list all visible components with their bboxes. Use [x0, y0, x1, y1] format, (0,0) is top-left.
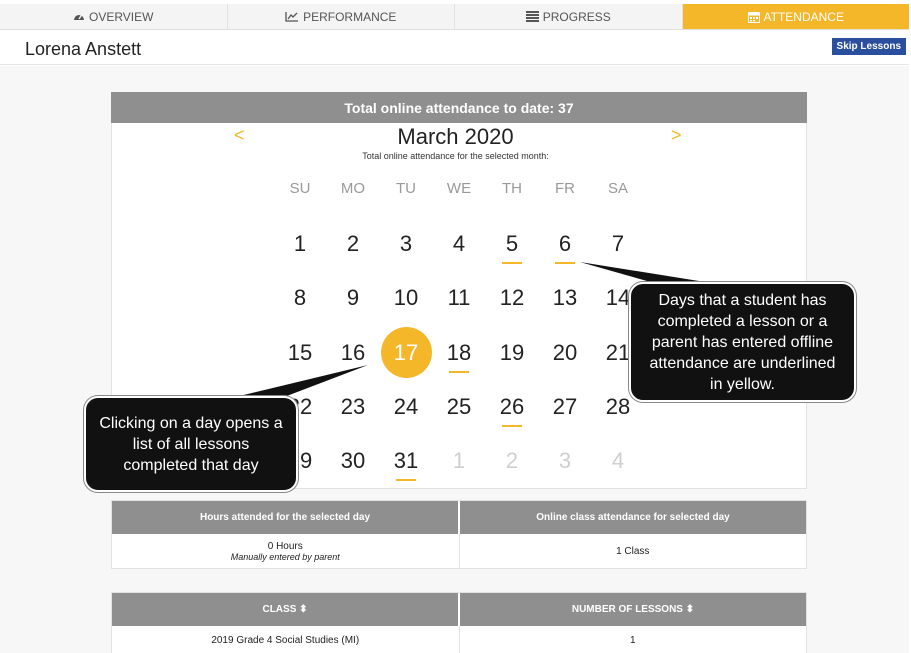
calendar-day-8[interactable]: 8: [278, 283, 322, 313]
day-click-hint-callout: Clicking on a day opens a list of all le…: [84, 396, 298, 492]
calendar-day-31[interactable]: 31: [384, 446, 428, 481]
day-summary-table: Hours attended for the selected day Onli…: [111, 500, 807, 569]
calendar-day-18[interactable]: 18: [437, 338, 481, 373]
hours-note: Manually entered by parent: [230, 551, 340, 562]
month-title: March 2020: [397, 124, 514, 149]
tab-label: PROGRESS: [542, 9, 611, 24]
hours-value: 0 Hours: [267, 540, 303, 552]
month-attendance-label: Total online attendance for the selected…: [362, 151, 549, 161]
attendance-hint-callout: Days that a student has completed a less…: [629, 282, 856, 402]
online-attendance-header: Online class attendance for selected day: [458, 501, 806, 534]
calendar-day-23[interactable]: 23: [331, 392, 375, 422]
total-attendance-banner: Total online attendance to date: 37: [111, 92, 807, 123]
calendar-day-4[interactable]: 4: [437, 229, 481, 259]
calendar-day-16[interactable]: 16: [331, 338, 375, 368]
tab-performance[interactable]: PERFORMANCE: [227, 4, 455, 29]
weekday-label: TU: [396, 180, 416, 197]
calendar-day-next-month: 4: [611, 448, 625, 473]
calendar-day-26[interactable]: 26: [490, 392, 534, 427]
class-cell: 2019 Grade 4 Social Studies (MI): [211, 634, 360, 646]
lessons-count-cell: 1: [458, 626, 807, 653]
hours-cell: 0 Hours Manually entered by parent: [112, 534, 459, 568]
student-name: Lorena Anstett: [25, 39, 142, 59]
tab-bar: OVERVIEW PERFORMANCE PROGRESS ATTENDANCE: [0, 4, 909, 30]
lessons-table: CLASS ⬍ NUMBER OF LESSONS ⬍ 2019 Grade 4…: [111, 592, 807, 653]
calendar-day-3[interactable]: 3: [384, 229, 428, 259]
weekday-label: TH: [502, 180, 522, 197]
calendar-day-27[interactable]: 27: [543, 392, 587, 422]
calendar-day-7[interactable]: 7: [596, 229, 640, 259]
calendar-day-1[interactable]: 1: [278, 229, 322, 259]
calendar-day-25[interactable]: 25: [437, 392, 481, 422]
calendar-day-10[interactable]: 10: [384, 283, 428, 313]
hours-header: Hours attended for the selected day: [112, 501, 458, 534]
classes-cell: 1 Class: [458, 534, 807, 568]
calendar-day-2[interactable]: 2: [331, 229, 375, 259]
classes-value: 1 Class: [616, 545, 650, 557]
table-row: 2019 Grade 4 Social Studies (MI) 1: [112, 626, 806, 653]
calendar-day-13[interactable]: 13: [543, 283, 587, 313]
weekday-label: SU: [289, 180, 311, 197]
calendar-day-19[interactable]: 19: [490, 338, 534, 368]
list-icon: [525, 11, 539, 22]
calendar-day-next-month: 3: [558, 448, 572, 473]
calendar-day-next-month: 1: [452, 448, 466, 473]
calendar-day-20[interactable]: 20: [543, 338, 587, 368]
calendar-day-11[interactable]: 11: [437, 283, 481, 313]
tab-label: PERFORMANCE: [303, 9, 397, 24]
tab-attendance[interactable]: ATTENDANCE: [682, 4, 909, 29]
calendar-day-17[interactable]: 17: [384, 338, 428, 373]
weekday-label: MO: [340, 180, 366, 197]
tachometer-icon: [73, 11, 85, 22]
calendar-day-9[interactable]: 9: [331, 283, 375, 313]
calendar-day-12[interactable]: 12: [490, 283, 534, 313]
calendar-day-30[interactable]: 30: [331, 446, 375, 476]
line-chart-icon: [285, 11, 299, 22]
skip-lessons-button[interactable]: Skip Lessons: [831, 38, 906, 55]
calendar-day-5[interactable]: 5: [490, 229, 534, 264]
calendar-day-15[interactable]: 15: [278, 338, 322, 368]
class-column-header[interactable]: CLASS ⬍: [112, 593, 458, 626]
weekday-label: WE: [446, 180, 472, 197]
tab-label: ATTENDANCE: [763, 9, 844, 24]
weekday-label: SA: [607, 180, 628, 197]
weekday-label: FR: [555, 180, 575, 197]
tab-progress[interactable]: PROGRESS: [455, 4, 683, 29]
lessons-column-header[interactable]: NUMBER OF LESSONS ⬍: [458, 593, 806, 626]
tab-overview[interactable]: OVERVIEW: [0, 4, 228, 29]
student-header: Lorena Anstett Skip Lessons: [0, 31, 909, 65]
calendar-day-24[interactable]: 24: [384, 392, 428, 422]
tab-label: OVERVIEW: [89, 9, 154, 24]
calendar-day-6[interactable]: 6: [543, 229, 587, 264]
calendar-day-next-month: 2: [505, 448, 519, 473]
calendar-icon: [747, 11, 760, 23]
